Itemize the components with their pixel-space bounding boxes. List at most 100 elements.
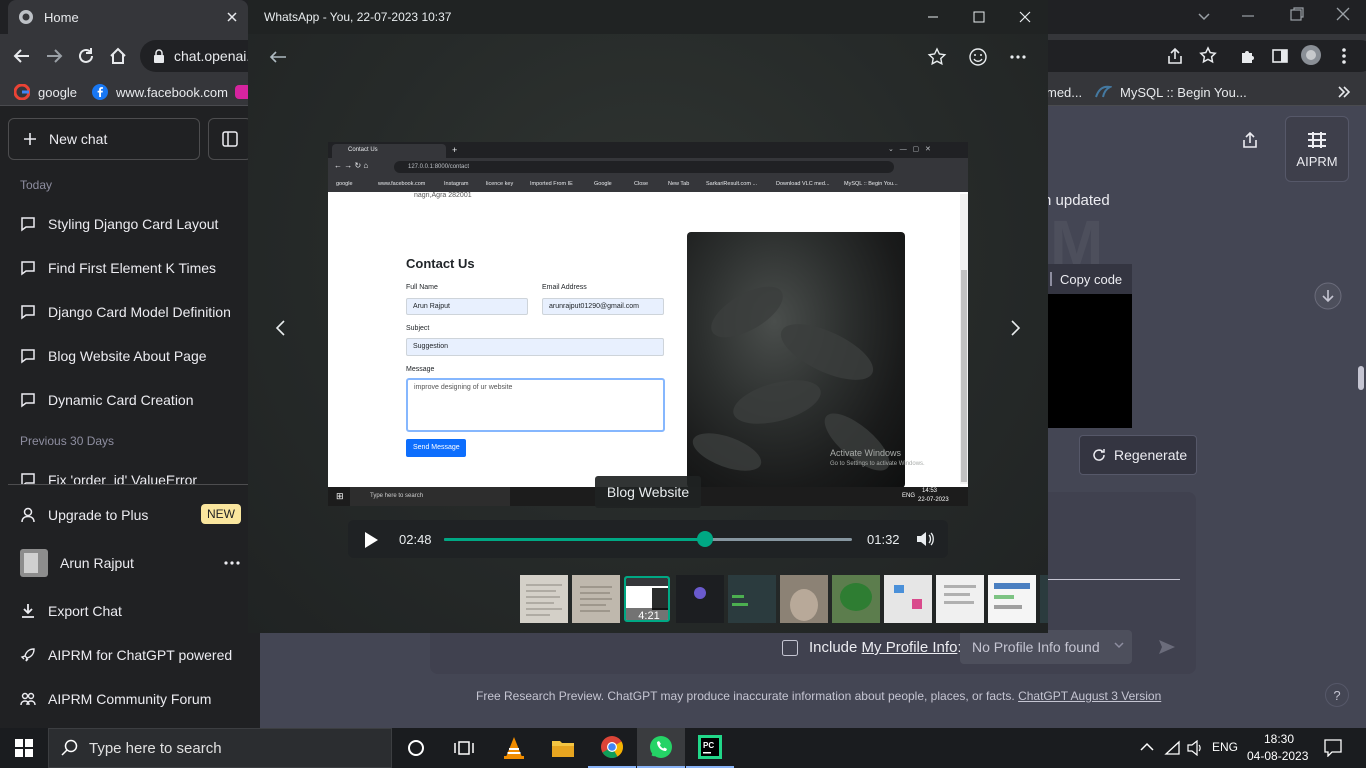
- inner-bookmark: Imported From IE: [530, 181, 573, 187]
- user-menu[interactable]: Arun Rajput: [8, 543, 248, 583]
- media-thumbnail[interactable]: [832, 575, 880, 623]
- share-chat-icon[interactable]: [1242, 131, 1258, 149]
- inner-send-message-button: Send Message: [406, 439, 466, 457]
- include-profile-checkbox[interactable]: [782, 640, 798, 656]
- restore-icon[interactable]: [1289, 6, 1305, 22]
- community-icon: [20, 691, 36, 707]
- clipboard-icon: [1050, 272, 1052, 286]
- show-hidden-icons-chevron[interactable]: [1140, 742, 1154, 752]
- media-thumbnail[interactable]: [988, 575, 1036, 623]
- media-thumbnail[interactable]: [520, 575, 568, 623]
- task-view-button[interactable]: [440, 728, 488, 768]
- wa-close-button[interactable]: [1002, 0, 1048, 34]
- wa-maximize-button[interactable]: [956, 0, 1002, 34]
- volume-icon[interactable]: [1187, 740, 1205, 756]
- chrome-menu-icon[interactable]: [1334, 46, 1354, 66]
- bookmark-vlc[interactable]: med...: [1046, 78, 1082, 106]
- thumb-image: [652, 588, 668, 610]
- forward-arrow-icon[interactable]: [44, 46, 64, 66]
- aiprm-button[interactable]: AIPRM: [1285, 116, 1349, 182]
- code-block: [1048, 294, 1132, 428]
- extensions-puzzle-icon[interactable]: [1239, 47, 1257, 65]
- chat-item-label: Fix 'order_id' ValueError: [48, 472, 198, 484]
- close-window-icon[interactable]: [1335, 6, 1351, 22]
- media-thumbnail[interactable]: [728, 575, 776, 623]
- scrollbar-thumb[interactable]: [1358, 366, 1364, 390]
- previous-media-icon[interactable]: [274, 319, 286, 337]
- send-icon[interactable]: [1158, 639, 1176, 655]
- network-icon[interactable]: [1164, 740, 1182, 756]
- more-options-icon[interactable]: [224, 556, 240, 570]
- media-thumbnail[interactable]: [676, 575, 724, 623]
- bookmark-instagram[interactable]: [235, 78, 248, 106]
- whatsapp-taskbar-button[interactable]: [637, 728, 685, 768]
- notifications-icon[interactable]: [1324, 739, 1342, 757]
- profile-select[interactable]: No Profile Info found: [960, 630, 1132, 664]
- bookmark-star-icon[interactable]: [1199, 46, 1217, 64]
- star-icon[interactable]: [927, 47, 947, 67]
- new-chat-button[interactable]: New chat: [8, 118, 200, 160]
- clock-date[interactable]: 04-08-2023: [1247, 749, 1308, 763]
- chat-item[interactable]: Django Card Model Definition: [8, 292, 248, 332]
- inner-full-name-input: Arun Rajput: [406, 298, 528, 315]
- help-button[interactable]: ?: [1325, 683, 1349, 707]
- chatgpt-version-link[interactable]: ChatGPT August 3 Version: [1018, 689, 1161, 703]
- profile-avatar[interactable]: [1300, 44, 1322, 66]
- regenerate-button[interactable]: Regenerate: [1079, 435, 1197, 475]
- media-thumbnail[interactable]: [572, 575, 620, 623]
- seek-handle[interactable]: [697, 531, 714, 547]
- media-thumbnail[interactable]: [884, 575, 932, 623]
- browser-tab-home[interactable]: Home: [8, 0, 248, 34]
- chat-item[interactable]: Find First Element K Times: [8, 248, 248, 288]
- windows-logo-icon: [15, 739, 33, 757]
- minimize-icon[interactable]: [1240, 8, 1256, 24]
- pycharm-taskbar-button[interactable]: PC: [686, 728, 734, 768]
- emoji-icon[interactable]: [968, 47, 988, 67]
- bookmark-facebook[interactable]: www.facebook.com: [92, 78, 228, 106]
- bookmark-mysql[interactable]: MySQL :: Begin You...: [1094, 78, 1247, 106]
- side-panel-icon[interactable]: [1271, 47, 1289, 65]
- tab-close-icon[interactable]: [226, 11, 238, 23]
- chat-item[interactable]: Blog Website About Page: [8, 336, 248, 376]
- home-icon[interactable]: [108, 46, 128, 66]
- toggle-sidebar-button[interactable]: [208, 118, 252, 160]
- maximize-icon: [973, 11, 985, 23]
- tab-search-chevron-icon[interactable]: [1196, 8, 1212, 24]
- language-indicator[interactable]: ENG: [1212, 740, 1238, 754]
- aiprm-powered-link[interactable]: AIPRM for ChatGPT powered: [8, 635, 248, 675]
- aiprm-forum-link[interactable]: AIPRM Community Forum: [8, 679, 248, 719]
- my-profile-info-link[interactable]: My Profile Info: [862, 639, 958, 656]
- taskbar-search-box[interactable]: Type here to search: [48, 728, 392, 768]
- file-explorer-taskbar-button[interactable]: [539, 728, 587, 768]
- bookmarks-overflow-icon[interactable]: [1338, 85, 1350, 99]
- scroll-down-icon[interactable]: [1314, 282, 1342, 310]
- chat-item[interactable]: Fix 'order_id' ValueError: [8, 460, 248, 484]
- reload-icon[interactable]: [76, 46, 96, 66]
- bookmark-google[interactable]: google: [14, 78, 77, 106]
- chat-item-label: Styling Django Card Layout: [48, 216, 219, 232]
- vlc-taskbar-button[interactable]: [490, 728, 538, 768]
- next-media-icon[interactable]: [1010, 319, 1022, 337]
- volume-icon[interactable]: [916, 531, 934, 547]
- chrome-taskbar-button[interactable]: [588, 728, 636, 768]
- more-icon[interactable]: [1008, 47, 1028, 67]
- wa-back-arrow-icon[interactable]: [268, 47, 288, 67]
- media-thumbnail[interactable]: [780, 575, 828, 623]
- start-button[interactable]: [0, 728, 48, 768]
- back-arrow-icon[interactable]: [12, 46, 32, 66]
- media-thumbnail[interactable]: [936, 575, 984, 623]
- play-icon[interactable]: [363, 531, 379, 549]
- time-remaining: 01:32: [867, 532, 900, 547]
- seek-bar[interactable]: [444, 531, 852, 547]
- inner-url-bar: 127.0.0.1:8000/contact: [394, 161, 894, 173]
- export-chat-button[interactable]: Export Chat: [8, 591, 248, 631]
- media-thumbnail[interactable]: [1040, 575, 1048, 623]
- wa-minimize-button[interactable]: [910, 0, 956, 34]
- chat-item[interactable]: Styling Django Card Layout: [8, 204, 248, 244]
- chat-item[interactable]: Dynamic Card Creation: [8, 380, 248, 420]
- cortana-button[interactable]: [392, 728, 440, 768]
- copy-code-button[interactable]: Copy code: [1048, 264, 1132, 294]
- clock-time[interactable]: 18:30: [1264, 732, 1294, 746]
- media-thumbnail-active[interactable]: 4:21: [624, 576, 670, 622]
- share-icon[interactable]: [1166, 47, 1184, 65]
